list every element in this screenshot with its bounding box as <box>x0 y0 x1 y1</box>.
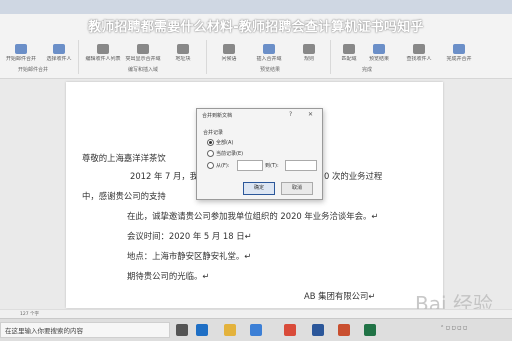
ribbon-button-label: 突出显示合并域 <box>125 56 161 62</box>
to-label: 到(T): <box>265 163 279 169</box>
doc-line: 尊敬的上海嘉洋洋茶饮 <box>82 153 166 163</box>
ribbon-button-icon <box>303 44 315 54</box>
ribbon-button-icon <box>343 44 355 54</box>
ribbon-button[interactable]: 编辑收件人列表 <box>84 44 122 70</box>
ribbon-button-label: 完成并合并 <box>446 56 472 62</box>
doc-line: 期待贵公司的光临。↵ <box>127 271 210 281</box>
ribbon-button-icon <box>373 44 385 54</box>
ribbon-button-label: 开始邮件合并 <box>5 56 36 62</box>
doc-line: AB 集团有限公司↵ <box>304 291 376 301</box>
radio-current[interactable]: 当前记录(E) <box>207 150 243 157</box>
word-icon[interactable] <box>312 324 324 336</box>
edge-icon[interactable] <box>196 324 208 336</box>
to-input[interactable] <box>285 160 317 171</box>
tray-icons: ⌃ ◻ ◻ ◻ ◻ <box>440 325 468 331</box>
radio-from[interactable]: 从(F): <box>207 162 229 169</box>
doc-line: 在此，诚挚邀请贵公司参加我单位组织的 2020 年业务洽谈年会。↵ <box>127 211 379 221</box>
ribbon-button-icon <box>223 44 235 54</box>
radio-label: 从(F): <box>216 163 230 169</box>
ribbon-button-label: 插入合并域 <box>256 56 282 62</box>
taskbar: 在这里输入你要搜索的内容 ⌃ ◻ ◻ ◻ ◻ <box>0 318 512 341</box>
close-button[interactable]: ✕ <box>308 111 313 118</box>
ribbon-button-label: 问候语 <box>221 56 237 62</box>
ribbon-button-icon <box>177 44 189 54</box>
radio-label: 当前记录(E) <box>216 151 244 157</box>
ribbon-button-icon <box>413 44 425 54</box>
radio-icon <box>207 150 214 157</box>
ribbon-button[interactable]: 规则 <box>290 44 328 70</box>
ribbon-button[interactable]: 问候语 <box>210 44 248 70</box>
ribbon-group-label: 预览结果 <box>260 67 281 73</box>
ok-button[interactable]: 确定 <box>243 182 275 195</box>
ribbon-button[interactable]: 完成并合并 <box>440 44 478 70</box>
dialog-section-label: 合并记录 <box>203 130 224 136</box>
ribbon-tabs <box>0 0 512 14</box>
ribbon-group-separator <box>78 40 79 74</box>
ribbon-group-label: 编写和插入域 <box>128 67 159 73</box>
taskbar-search-input[interactable]: 在这里输入你要搜索的内容 <box>0 322 170 338</box>
help-button[interactable]: ? <box>289 111 292 118</box>
powerpoint-icon[interactable] <box>338 324 350 336</box>
ribbon-button-icon <box>15 44 27 54</box>
ribbon-button-icon <box>263 44 275 54</box>
ribbon-group-separator <box>330 40 331 74</box>
ribbon-button-label: 地址块 <box>175 56 191 62</box>
doc-line: 0 次的业务过程 <box>324 171 383 181</box>
from-input[interactable] <box>237 160 263 171</box>
dialog-title: 合并到新文档 <box>202 113 233 119</box>
ribbon-button-label: 查找收件人 <box>406 56 432 62</box>
ribbon-button-icon <box>97 44 109 54</box>
radio-label: 全部(A) <box>216 140 234 146</box>
doc-line: 地点：上海市静安区静安礼堂。↵ <box>127 251 252 261</box>
ribbon-button-icon <box>453 44 465 54</box>
overlay-title: 教师招聘都需要什么材料-教师招聘会查计算机证书吗知乎 <box>88 20 424 35</box>
excel-icon[interactable] <box>364 324 376 336</box>
task-view-icon[interactable] <box>176 324 188 336</box>
radio-selected-icon <box>207 139 214 146</box>
cancel-button[interactable]: 取消 <box>281 182 313 195</box>
radio-all[interactable]: 全部(A) <box>207 139 233 146</box>
radio-icon <box>207 162 214 169</box>
merge-dialog: 合并到新文档 ? ✕ 合并记录 全部(A) 当前记录(E) 从(F): 到(T)… <box>196 108 323 200</box>
ribbon-button-icon <box>53 44 65 54</box>
ribbon-group-separator <box>206 40 207 74</box>
status-bar: 127 个字 <box>0 309 512 318</box>
ribbon-button[interactable]: 查找收件人 <box>400 44 438 70</box>
ribbon-button-label: 选择收件人 <box>46 56 72 62</box>
chrome-icon[interactable] <box>284 324 296 336</box>
ribbon-button-label: 预览结果 <box>368 56 389 62</box>
file-explorer-icon[interactable] <box>224 324 236 336</box>
ribbon-group-label: 开始邮件合并 <box>18 67 49 73</box>
ribbon: 开始邮件合并 选择收件人 编辑收件人列表 突出显示合并域 地址块 问候语 插入合并域 规则 匹配… <box>0 0 512 79</box>
word-count: 127 个字 <box>20 312 40 317</box>
ribbon-group-label: 完成 <box>362 67 373 73</box>
ribbon-button-label: 规则 <box>303 56 314 62</box>
doc-line: 中，感谢贵公司的支持 <box>82 191 166 201</box>
ribbon-button[interactable]: 地址块 <box>164 44 202 70</box>
store-icon[interactable] <box>250 324 262 336</box>
ribbon-button-label: 编辑收件人列表 <box>85 56 121 62</box>
doc-line: 2012 年 7 月，我 <box>130 171 199 181</box>
doc-line: 会议时间：2020 年 5 月 18 日↵ <box>127 231 252 241</box>
ribbon-button-icon <box>137 44 149 54</box>
